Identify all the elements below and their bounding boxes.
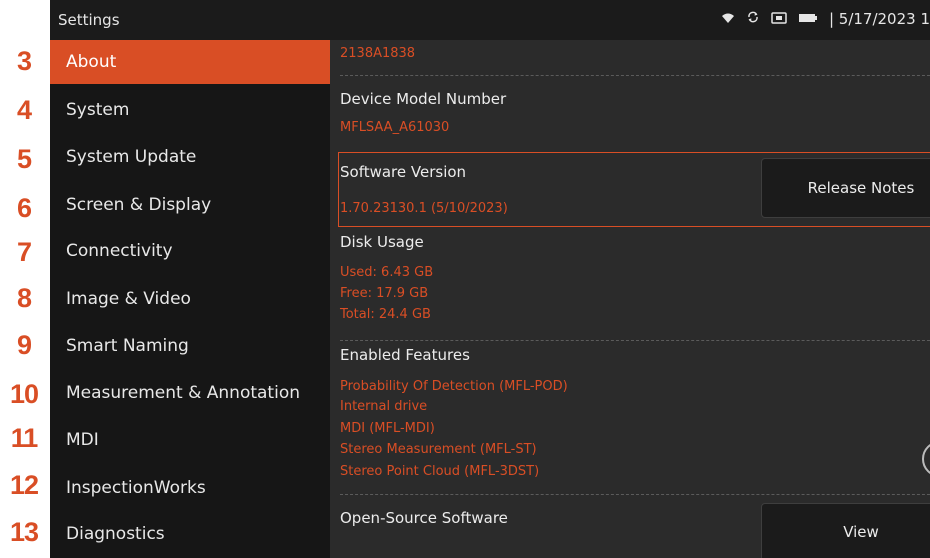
feature-item: Stereo Point Cloud (MFL-3DST) xyxy=(340,464,540,479)
sidebar-item-label: Image & Video xyxy=(66,289,191,309)
feature-item: Probability Of Detection (MFL-POD) xyxy=(340,379,568,394)
sidebar-item-smart-naming[interactable]: Smart Naming xyxy=(50,324,330,368)
date-time: | 5/17/2023 1 xyxy=(828,10,930,28)
model-number-label: Device Model Number xyxy=(340,90,507,108)
release-notes-button[interactable]: Release Notes xyxy=(761,158,930,218)
sidebar-item-label: Smart Naming xyxy=(66,336,189,356)
sidebar-item-system[interactable]: System xyxy=(50,88,330,132)
view-button[interactable]: View xyxy=(761,503,930,558)
sidebar-item-connectivity[interactable]: Connectivity xyxy=(50,229,330,273)
callout-column: 3 4 5 6 7 8 9 10 11 12 13 xyxy=(0,0,50,558)
status-bar: Settings | 5/17/2023 1 xyxy=(50,0,930,40)
callout-number: 7 xyxy=(16,237,32,267)
media-card-icon xyxy=(771,9,792,28)
feature-item: MDI (MFL-MDI) xyxy=(340,421,435,436)
divider xyxy=(340,75,930,76)
status-icons: | 5/17/2023 1 xyxy=(715,9,930,28)
callout-number: 8 xyxy=(16,283,32,313)
serial-number-value: 2138A1838 xyxy=(340,46,416,61)
disk-used-value: Used: 6.43 GB xyxy=(340,265,434,280)
about-panel: 2138A1838 Device Model Number MFLSAA_A61… xyxy=(330,40,930,558)
callout-number: 5 xyxy=(16,144,32,174)
divider xyxy=(340,494,930,495)
software-version-label: Software Version xyxy=(340,163,467,181)
sidebar-item-label: Measurement & Annotation xyxy=(66,383,300,403)
sidebar-item-inspectionworks[interactable]: InspectionWorks xyxy=(50,466,330,510)
software-version-value: 1.70.23130.1 (5/10/2023) xyxy=(340,201,508,216)
callout-number: 10 xyxy=(9,379,39,409)
divider xyxy=(340,340,930,341)
sidebar-item-about[interactable]: About xyxy=(50,40,330,84)
open-source-software-label: Open-Source Software xyxy=(340,509,508,527)
scroll-circle-icon[interactable] xyxy=(922,441,930,477)
sidebar-item-mdi[interactable]: MDI xyxy=(50,418,330,462)
sidebar-item-label: System xyxy=(66,100,130,120)
sidebar-item-label: MDI xyxy=(66,430,99,450)
sidebar-item-label: About xyxy=(66,52,117,72)
device-screen: Settings | 5/17/2023 1 About System Syst… xyxy=(50,0,930,558)
battery-icon xyxy=(798,9,823,28)
sidebar-item-measurement-annotation[interactable]: Measurement & Annotation xyxy=(50,371,330,415)
feature-item: Internal drive xyxy=(340,399,428,414)
disk-free-value: Free: 17.9 GB xyxy=(340,286,429,301)
settings-sidebar: About System System Update Screen & Disp… xyxy=(50,40,330,558)
page-title: Settings xyxy=(58,11,120,29)
sidebar-item-label: InspectionWorks xyxy=(66,478,206,498)
sync-icon xyxy=(746,9,765,28)
sidebar-item-screen-display[interactable]: Screen & Display xyxy=(50,183,330,227)
feature-item: Stereo Measurement (MFL-ST) xyxy=(340,442,537,457)
sidebar-item-diagnostics[interactable]: Diagnostics xyxy=(50,512,330,556)
sidebar-item-label: System Update xyxy=(66,147,197,167)
callout-number: 3 xyxy=(16,46,32,76)
disk-total-value: Total: 24.4 GB xyxy=(340,307,431,322)
callout-number: 6 xyxy=(16,193,32,223)
callout-number: 13 xyxy=(9,517,39,547)
enabled-features-label: Enabled Features xyxy=(340,346,470,364)
sidebar-item-system-update[interactable]: System Update xyxy=(50,135,330,179)
sidebar-item-label: Connectivity xyxy=(66,241,173,261)
callout-number: 12 xyxy=(9,470,39,500)
sidebar-item-label: Diagnostics xyxy=(66,524,165,544)
wifi-icon xyxy=(721,9,740,28)
callout-number: 4 xyxy=(16,95,32,125)
sidebar-item-image-video[interactable]: Image & Video xyxy=(50,277,330,321)
sidebar-item-label: Screen & Display xyxy=(66,195,212,215)
callout-number: 9 xyxy=(16,330,32,360)
model-number-value: MFLSAA_A61030 xyxy=(340,120,450,135)
disk-usage-label: Disk Usage xyxy=(340,233,424,251)
callout-number: 11 xyxy=(10,423,39,453)
